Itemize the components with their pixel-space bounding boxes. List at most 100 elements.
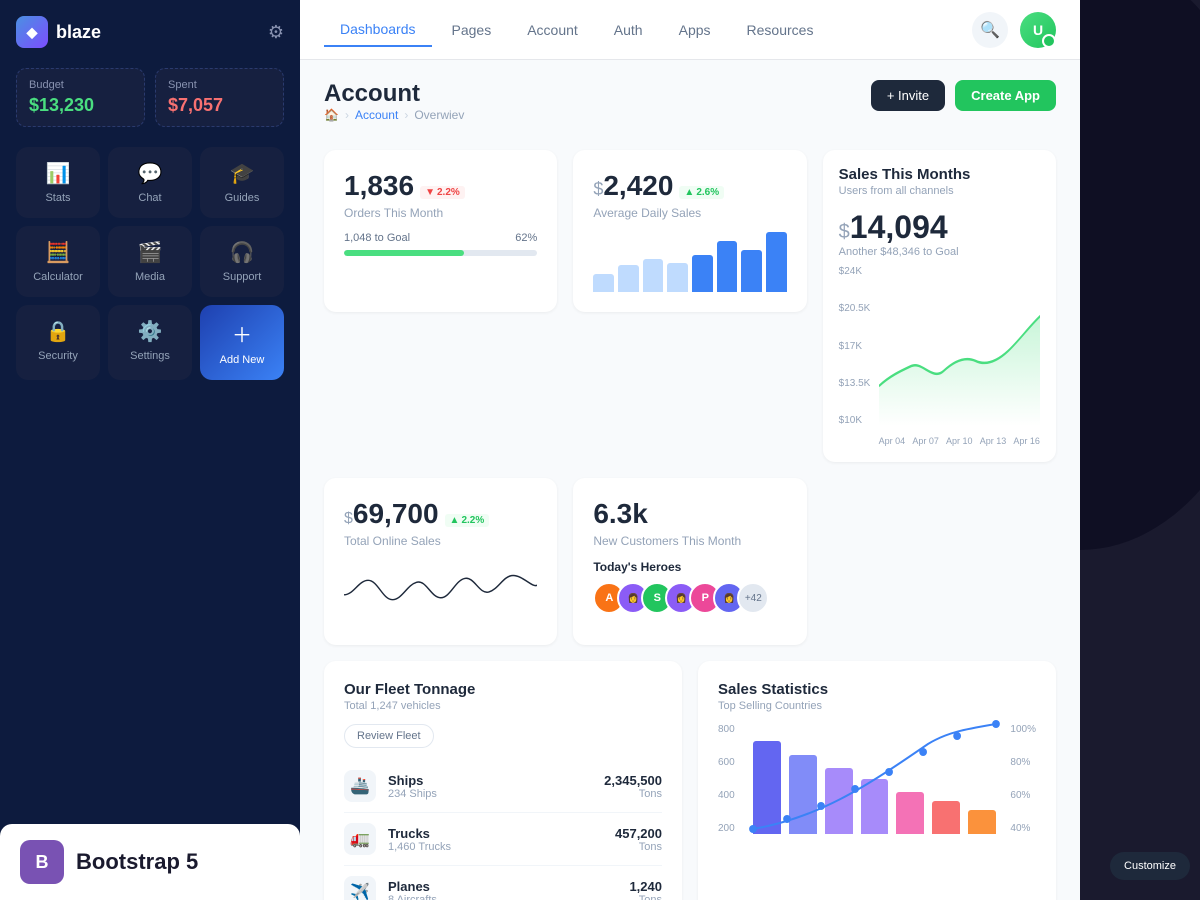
sidebar-item-guides[interactable]: 🎓 Guides bbox=[200, 147, 284, 218]
planes-value: 1,240 Tons bbox=[629, 879, 662, 900]
customers-label: New Customers This Month bbox=[593, 534, 786, 548]
goal-text: 1,048 to Goal bbox=[344, 232, 410, 244]
sales-month-sub: Users from all channels bbox=[839, 185, 1040, 197]
stats-label: Stats bbox=[45, 192, 70, 204]
heroes-section: Today's Heroes A 👩 S 👩 P 👩 bbox=[593, 560, 786, 614]
breadcrumb-account[interactable]: Account bbox=[355, 108, 398, 122]
chat-icon: 💬 bbox=[138, 161, 163, 186]
ships-info: Ships 234 Ships bbox=[388, 773, 592, 800]
daily-sales-label: Average Daily Sales bbox=[593, 206, 786, 220]
nav-grid-2: 🔒 Security ⚙️ Settings ＋ Add New bbox=[16, 305, 284, 380]
sales-month-card: Sales This Months Users from all channel… bbox=[823, 150, 1056, 462]
security-icon: 🔒 bbox=[46, 319, 71, 344]
sidebar-item-chat[interactable]: 💬 Chat bbox=[108, 147, 192, 218]
user-avatar[interactable]: U bbox=[1020, 12, 1056, 48]
menu-icon[interactable]: ⚙ bbox=[268, 22, 284, 43]
daily-sales-card: $2,420 ▲ 2.6% Average Daily Sales bbox=[573, 150, 806, 312]
online-sales-label: Total Online Sales bbox=[344, 534, 537, 548]
fleet-row-trucks: 🚛 Trucks 1,460 Trucks 457,200 Tons bbox=[344, 813, 662, 866]
fleet-row-planes: ✈️ Planes 8 Aircrafts 1,240 Tons bbox=[344, 866, 662, 900]
top-nav: Dashboards Pages Account Auth Apps Resou… bbox=[300, 0, 1080, 60]
planes-num: 1,240 bbox=[629, 879, 662, 894]
online-sales-value: $69,700 bbox=[344, 498, 439, 530]
nav-dashboards[interactable]: Dashboards bbox=[324, 13, 432, 47]
nav-apps[interactable]: Apps bbox=[663, 14, 727, 46]
media-label: Media bbox=[135, 271, 165, 283]
budget-value: $13,230 bbox=[29, 95, 132, 116]
review-fleet-button[interactable]: Review Fleet bbox=[344, 724, 434, 748]
add-new-button[interactable]: ＋ Add New bbox=[200, 305, 284, 380]
planes-icon: ✈️ bbox=[344, 876, 376, 900]
page-actions: + Invite Create App bbox=[871, 80, 1056, 111]
sidebar-item-support[interactable]: 🎧 Support bbox=[200, 226, 284, 297]
invite-button[interactable]: + Invite bbox=[871, 80, 945, 111]
logo-icon: ◆ bbox=[16, 16, 48, 48]
orders-badge: ▼ 2.2% bbox=[420, 186, 465, 199]
search-button[interactable]: 🔍 bbox=[972, 12, 1008, 48]
fleet-title: Our Fleet Tonnage bbox=[344, 681, 662, 698]
orders-card: 1,836 ▼ 2.2% Orders This Month 1,048 to … bbox=[324, 150, 557, 312]
planes-unit: Tons bbox=[629, 894, 662, 900]
support-icon: 🎧 bbox=[230, 240, 255, 265]
planes-name: Planes bbox=[388, 879, 617, 894]
planes-info: Planes 8 Aircrafts bbox=[388, 879, 617, 900]
sidebar-header: ◆ blaze ⚙ bbox=[16, 16, 284, 48]
daily-sales-badge: ▲ 2.6% bbox=[679, 186, 724, 199]
budget-cards: Budget $13,230 Spent $7,057 bbox=[16, 68, 284, 127]
daily-sales-value: $2,420 bbox=[593, 170, 673, 202]
sales-stats-sub: Top Selling Countries bbox=[718, 700, 1036, 712]
trucks-count: 1,460 Trucks bbox=[388, 841, 603, 853]
nav-auth[interactable]: Auth bbox=[598, 14, 659, 46]
nav-links: Dashboards Pages Account Auth Apps Resou… bbox=[324, 13, 829, 47]
trucks-unit: Tons bbox=[615, 841, 662, 853]
breadcrumb-current: Overwiev bbox=[414, 108, 464, 122]
top-nav-right: 🔍 U bbox=[972, 12, 1056, 48]
orders-label: Orders This Month bbox=[344, 206, 537, 220]
customize-button[interactable]: Customize bbox=[1110, 852, 1190, 880]
heroes-avatars: A 👩 S 👩 P 👩 +42 bbox=[593, 582, 786, 614]
sales-month-value: $14,094 bbox=[839, 209, 1040, 246]
sidebar-item-stats[interactable]: 📊 Stats bbox=[16, 147, 100, 218]
sales-line-chart: $24K $20.5K $17K $13.5K $10K bbox=[839, 266, 1040, 446]
orders-progress: 1,048 to Goal 62% bbox=[344, 232, 537, 256]
page-header: Account 🏠 › Account › Overwiev + Invite … bbox=[324, 80, 1056, 142]
nav-resources[interactable]: Resources bbox=[731, 14, 830, 46]
content-area: Account 🏠 › Account › Overwiev + Invite … bbox=[300, 60, 1080, 900]
progress-fill bbox=[344, 250, 464, 256]
daily-sales-chart bbox=[593, 232, 786, 292]
guides-icon: 🎓 bbox=[230, 161, 255, 186]
dark-curve-decoration bbox=[1080, 0, 1200, 550]
sidebar-item-settings[interactable]: ⚙️ Settings bbox=[108, 305, 192, 380]
create-app-button[interactable]: Create App bbox=[955, 80, 1056, 111]
sales-stats-title: Sales Statistics bbox=[718, 681, 1036, 698]
breadcrumb: 🏠 › Account › Overwiev bbox=[324, 108, 464, 122]
logo-area: ◆ blaze bbox=[16, 16, 101, 48]
page-title: Account bbox=[324, 80, 464, 108]
security-label: Security bbox=[38, 350, 78, 362]
sidebar-item-calculator[interactable]: 🧮 Calculator bbox=[16, 226, 100, 297]
sidebar-item-security[interactable]: 🔒 Security bbox=[16, 305, 100, 380]
sales-month-subtext: Another $48,346 to Goal bbox=[839, 246, 1040, 258]
sales-stats-section: Sales Statistics Top Selling Countries 8… bbox=[698, 661, 1056, 900]
budget-label: Budget bbox=[29, 79, 132, 91]
add-new-icon: ＋ bbox=[232, 319, 252, 348]
online-sales-card: $69,700 ▲ 2.2% Total Online Sales bbox=[324, 478, 557, 645]
nav-account[interactable]: Account bbox=[511, 14, 594, 46]
planes-count: 8 Aircrafts bbox=[388, 894, 617, 900]
ships-unit: Tons bbox=[604, 788, 662, 800]
bootstrap-badge: B Bootstrap 5 bbox=[0, 824, 300, 900]
ships-value: 2,345,500 Tons bbox=[604, 773, 662, 800]
spent-label: Spent bbox=[168, 79, 271, 91]
stats-grid-2: $69,700 ▲ 2.2% Total Online Sales 6.3k N… bbox=[324, 478, 1056, 645]
trucks-num: 457,200 bbox=[615, 826, 662, 841]
hero-count: +42 bbox=[737, 582, 769, 614]
trucks-icon: 🚛 bbox=[344, 823, 376, 855]
add-new-label: Add New bbox=[220, 354, 265, 366]
wavy-chart bbox=[344, 560, 537, 620]
sidebar-item-media[interactable]: 🎬 Media bbox=[108, 226, 192, 297]
nav-pages[interactable]: Pages bbox=[436, 14, 508, 46]
sales-month-title: Sales This Months bbox=[839, 166, 1040, 183]
ships-num: 2,345,500 bbox=[604, 773, 662, 788]
stats-icon: 📊 bbox=[46, 161, 71, 186]
logo-text: blaze bbox=[56, 22, 101, 43]
